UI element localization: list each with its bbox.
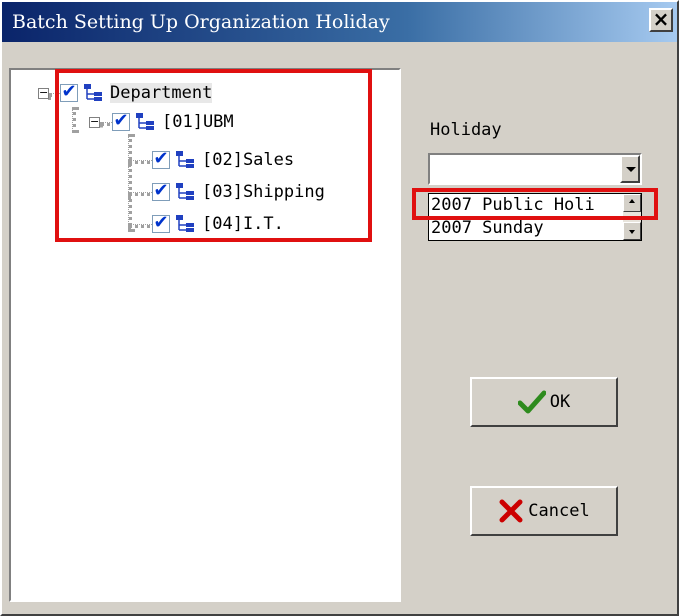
scroll-down-button[interactable] <box>623 222 641 240</box>
ok-button-label: OK <box>549 392 571 412</box>
scroll-down-icon <box>629 230 635 234</box>
holiday-select[interactable] <box>428 153 642 185</box>
close-button[interactable]: × <box>649 8 673 32</box>
checkmark-icon <box>517 390 546 414</box>
title-bar[interactable]: Batch Setting Up Organization Holiday × <box>2 2 677 42</box>
dialog-window: Batch Setting Up Organization Holiday × … <box>0 0 679 616</box>
holiday-option[interactable]: 2007 Sunday <box>431 217 544 239</box>
collapse-toggle-department[interactable]: − <box>38 87 49 99</box>
x-mark-icon <box>499 499 523 523</box>
ok-button[interactable]: OK <box>470 377 618 427</box>
annotation-highlight-tree <box>55 69 372 242</box>
annotation-highlight-holiday-option <box>412 188 658 220</box>
cancel-button-label: Cancel <box>528 501 590 521</box>
cancel-button[interactable]: Cancel <box>470 486 618 536</box>
holiday-label: Holiday <box>430 120 502 140</box>
holiday-dropdown-button[interactable] <box>620 155 640 183</box>
close-icon: × <box>652 7 670 31</box>
chevron-down-icon <box>626 167 636 172</box>
window-title: Batch Setting Up Organization Holiday <box>12 11 390 33</box>
